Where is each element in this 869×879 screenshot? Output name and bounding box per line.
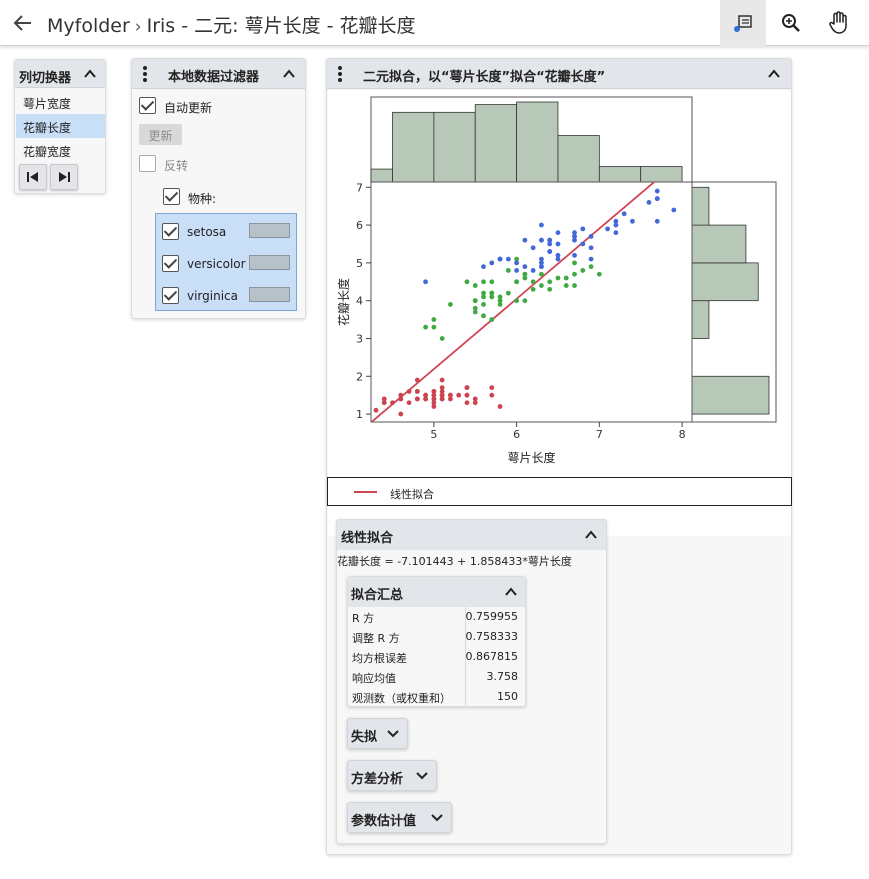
breadcrumb-folder[interactable]: Myfolder — [47, 15, 130, 37]
invert-checkbox[interactable] — [139, 155, 156, 172]
last-icon — [59, 172, 70, 182]
linear-fit-title: 线性拟合 — [341, 531, 394, 546]
column-switcher-header[interactable]: 列切换器 — [15, 60, 105, 88]
chevron-up-icon[interactable] — [83, 67, 97, 81]
zoom-icon[interactable] — [768, 0, 814, 46]
fit-equation: 花瓣长度 = -7.101443 + 1.858433*萼片长度 — [337, 555, 572, 568]
chevron-up-icon[interactable] — [504, 585, 518, 599]
column-switcher-item-label: 花瓣宽度 — [23, 145, 72, 159]
column-switcher-item-sepal-width[interactable]: 萼片宽度 — [16, 90, 105, 114]
chevron-up-icon[interactable] — [767, 67, 781, 81]
graph-area — [328, 90, 791, 536]
column-switcher-item-petal-length[interactable]: 花瓣长度 — [16, 114, 105, 138]
menu-icon[interactable] — [335, 65, 345, 83]
species-checkbox[interactable] — [163, 188, 180, 205]
stat-label: 均方根误差 — [352, 652, 407, 665]
lack-of-fit-label: 失拟 — [351, 730, 378, 745]
column-switcher-item-label: 萼片宽度 — [23, 97, 72, 111]
level-virginica-swatch[interactable] — [249, 287, 290, 302]
table-row: 响应均值 3.758 — [348, 667, 524, 687]
data-filter-title: 本地数据过滤器 — [168, 70, 260, 85]
table-row: 调整 R 方 0.758333 — [348, 627, 524, 647]
stat-label: 调整 R 方 — [352, 632, 400, 645]
update-button-label: 更新 — [148, 129, 173, 143]
level-setosa-checkbox[interactable] — [162, 223, 179, 240]
table-row: 观测数（或权重和） 150 — [348, 687, 524, 707]
chevron-down-icon — [416, 772, 428, 780]
column-switcher-title: 列切换器 — [19, 71, 72, 86]
level-setosa-label: setosa — [187, 225, 227, 239]
auto-update-label: 自动更新 — [164, 101, 213, 115]
column-switcher-panel: 列切换器 萼片宽度 花瓣长度 花瓣宽度 — [14, 59, 106, 194]
fit-summary-box: 拟合汇总 R 方 0.759955 调整 R 方 0.758333 均方根误差 0.8… — [347, 576, 526, 707]
stat-value: 0.759955 — [465, 610, 519, 623]
level-virginica-checkbox[interactable] — [162, 287, 179, 304]
chevron-down-icon — [431, 814, 443, 822]
chevron-up-icon[interactable] — [584, 528, 598, 542]
anova-label: 方差分析 — [351, 772, 404, 787]
stat-label: 响应均值 — [352, 672, 396, 685]
fit-summary-header[interactable]: 拟合汇总 — [348, 577, 525, 607]
level-versicolor-swatch[interactable] — [249, 255, 290, 270]
level-setosa-swatch[interactable] — [249, 223, 290, 238]
species-label: 物种: — [188, 192, 217, 206]
anova-button[interactable]: 方差分析 — [347, 760, 437, 791]
bivariate-title: 二元拟合，以“萼片长度”拟合“花瓣长度” — [363, 70, 606, 85]
breadcrumb: Myfolder › Iris - 二元: 萼片长度 - 花瓣长度 — [47, 11, 416, 38]
auto-update-checkbox[interactable] — [139, 97, 156, 114]
legend-label-linear-fit: 线性拟合 — [390, 488, 434, 501]
bivariate-panel: 二元拟合，以“萼片长度”拟合“花瓣长度” 线性拟合 线性拟合 花瓣长度 = -7… — [326, 58, 792, 855]
update-button[interactable]: 更新 — [139, 124, 182, 145]
menu-icon[interactable] — [140, 65, 150, 83]
stat-label: 观测数（或权重和） — [352, 692, 451, 705]
column-switcher-item-petal-width[interactable]: 花瓣宽度 — [16, 138, 105, 162]
chevron-down-icon — [387, 730, 399, 738]
parameter-estimates-label: 参数估计值 — [351, 814, 417, 829]
local-data-filter-panel: 本地数据过滤器 自动更新 更新 反转 物种: setosa versicolor… — [131, 58, 306, 319]
table-row: R 方 0.759955 — [348, 607, 524, 627]
stat-value: 0.867815 — [465, 650, 519, 663]
back-arrow-icon[interactable] — [10, 10, 36, 36]
chevron-up-icon[interactable] — [282, 67, 296, 81]
first-button[interactable] — [19, 164, 47, 190]
bivariate-header[interactable]: 二元拟合，以“萼片长度”拟合“花瓣长度” — [327, 59, 791, 89]
notes-icon[interactable] — [720, 0, 766, 46]
column-switcher-item-label: 花瓣长度 — [23, 121, 72, 135]
species-level-list: setosa versicolor virginica — [155, 213, 297, 311]
stat-value: 0.758333 — [465, 630, 519, 643]
parameter-estimates-button[interactable]: 参数估计值 — [347, 802, 452, 833]
stat-value: 150 — [497, 690, 518, 703]
linear-fit-box: 线性拟合 花瓣长度 = -7.101443 + 1.858433*萼片长度 拟合… — [336, 519, 607, 844]
breadcrumb-report: Iris - 二元: 萼片长度 - 花瓣长度 — [146, 15, 416, 37]
fit-summary-title: 拟合汇总 — [351, 588, 404, 603]
stat-value: 3.758 — [486, 670, 519, 683]
lack-of-fit-button[interactable]: 失拟 — [347, 718, 408, 749]
stat-label: R 方 — [352, 612, 375, 625]
level-versicolor-label: versicolor — [187, 257, 246, 271]
last-button[interactable] — [50, 164, 78, 190]
top-bar: Myfolder › Iris - 二元: 萼片长度 - 花瓣长度 — [0, 0, 869, 46]
invert-label: 反转 — [164, 159, 189, 173]
data-filter-header[interactable]: 本地数据过滤器 — [132, 59, 305, 89]
first-icon — [27, 172, 38, 182]
table-row: 均方根误差 0.867815 — [348, 647, 524, 667]
chevron-right-icon: › — [134, 17, 142, 37]
linear-fit-header[interactable]: 线性拟合 — [337, 520, 606, 550]
fit-summary-table: R 方 0.759955 调整 R 方 0.758333 均方根误差 0.867815… — [348, 607, 525, 707]
level-versicolor-checkbox[interactable] — [162, 255, 179, 272]
hand-icon[interactable] — [816, 0, 862, 46]
legend-box: 线性拟合 — [327, 477, 792, 506]
level-virginica-label: virginica — [187, 289, 238, 303]
legend-swatch-linear-fit — [354, 491, 377, 493]
